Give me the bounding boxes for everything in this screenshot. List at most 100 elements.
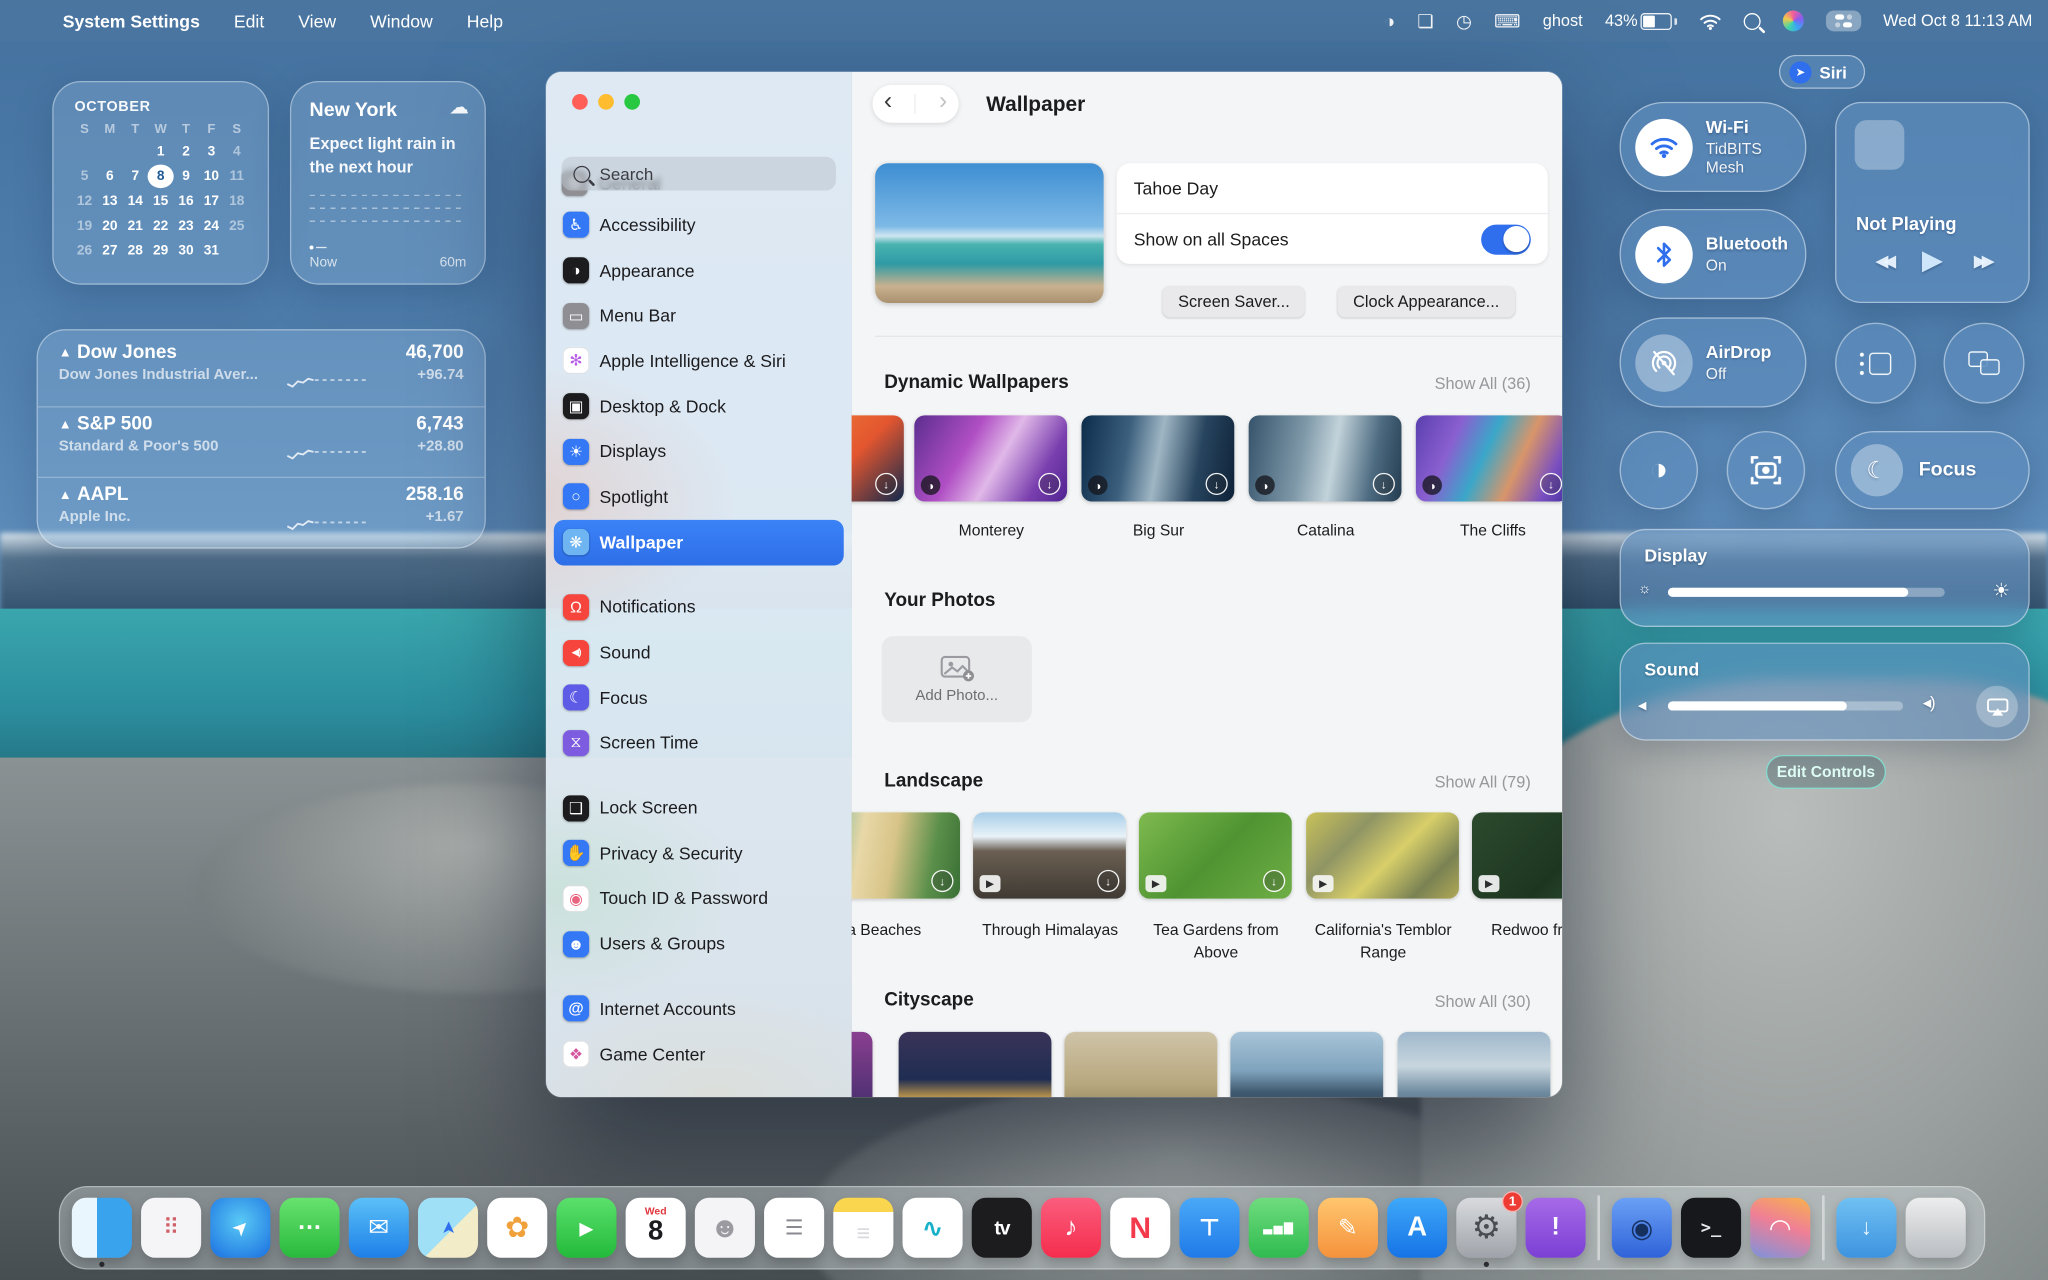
sidebar-item-lock-screen[interactable]: ❑ Lock Screen xyxy=(554,785,844,830)
dock-maps[interactable]: ➤ xyxy=(418,1198,478,1258)
dock-contacts[interactable]: ☻ xyxy=(695,1198,755,1258)
menu-window[interactable]: Window xyxy=(370,11,433,31)
battery-indicator[interactable]: 43% xyxy=(1605,12,1677,30)
sidebar-item-focus[interactable]: ☾ Focus xyxy=(554,675,844,720)
dock-appstore[interactable]: A xyxy=(1387,1198,1447,1258)
wifi-tile[interactable]: Wi-Fi TidBITS Mesh xyxy=(1620,102,1807,192)
stock-row[interactable]: ▲Dow Jones 46,700 Dow Jones Industrial A… xyxy=(38,336,485,407)
screenshot-button[interactable] xyxy=(1727,431,1805,509)
stage-manager-button[interactable] xyxy=(1835,323,1916,404)
brightness-slider[interactable] xyxy=(1668,588,1945,597)
dock-feedback-assistant[interactable]: ! xyxy=(1526,1198,1586,1258)
calendar-widget[interactable]: OCTOBER SMTWTFS 123456789101112131415161… xyxy=(52,81,269,285)
keyboard-icon[interactable]: ⌨ xyxy=(1494,10,1520,32)
minimize-button[interactable] xyxy=(598,94,614,110)
bluetooth-tile[interactable]: Bluetooth On xyxy=(1620,209,1807,299)
wallpaper-thumb-monterey[interactable]: ◑↓ xyxy=(914,415,1067,501)
screen-saver-button[interactable]: Screen Saver... xyxy=(1162,286,1305,317)
dock-news[interactable]: N xyxy=(1110,1198,1170,1258)
dock-safari[interactable]: ➤ xyxy=(210,1198,270,1258)
show-on-all-spaces-toggle[interactable] xyxy=(1481,224,1531,254)
dock-system-settings[interactable]: ⚙ 1 xyxy=(1456,1198,1516,1258)
sidebar-item-desktop-dock[interactable]: ▣ Desktop & Dock xyxy=(554,384,844,429)
wallpaper-thumb-city[interactable] xyxy=(1064,1032,1217,1097)
sidebar-item-apple-intelligence[interactable]: ✻ Apple Intelligence & Siri xyxy=(554,338,844,383)
screen-mirroring-icon[interactable]: ❏ xyxy=(1417,10,1433,32)
show-all-cityscape[interactable]: Show All (30) xyxy=(1435,993,1531,1011)
wallpaper-thumb-city[interactable] xyxy=(899,1032,1052,1097)
wallpaper-thumb-temblor-range[interactable]: ▶ xyxy=(1306,812,1459,898)
sidebar-item-menu-bar[interactable]: ▭ Menu Bar xyxy=(554,293,844,338)
siri-pill[interactable]: ➤ Siri xyxy=(1779,55,1865,89)
sidebar-item-accessibility[interactable]: ♿ Accessibility xyxy=(554,202,844,247)
sidebar-item-game-center[interactable]: ❖ Game Center xyxy=(554,1031,844,1076)
wallpaper-thumb-the-cliffs[interactable]: ◑↓ xyxy=(1416,415,1562,501)
download-icon[interactable]: ↓ xyxy=(1373,473,1395,495)
menu-edit[interactable]: Edit xyxy=(234,11,264,31)
current-wallpaper-preview[interactable] xyxy=(875,163,1104,303)
sidebar-item-wallpaper[interactable]: ❋ Wallpaper xyxy=(554,520,844,565)
dock-reminders[interactable]: ☰ xyxy=(764,1198,824,1258)
wallpaper-thumb-himalayas[interactable]: ▶↓ xyxy=(973,812,1126,898)
dock-trash[interactable] xyxy=(1906,1198,1966,1258)
download-icon[interactable]: ↓ xyxy=(875,473,897,495)
dock-keynote[interactable]: ⊤ xyxy=(1179,1198,1239,1258)
sidebar-item-privacy-security[interactable]: ✋ Privacy & Security xyxy=(554,831,844,876)
rewind-button[interactable]: ◀◀ xyxy=(1875,250,1891,271)
airplay-button[interactable] xyxy=(1976,686,2018,728)
wifi-icon[interactable] xyxy=(1699,12,1721,29)
dock-calendar[interactable]: Wed 8 xyxy=(626,1198,686,1258)
download-icon[interactable]: ↓ xyxy=(931,870,953,892)
dock-messages[interactable]: … xyxy=(280,1198,340,1258)
sidebar-item-displays[interactable]: ☀ Displays xyxy=(554,429,844,474)
dock-numbers[interactable]: ▃▅▇ xyxy=(1249,1198,1309,1258)
airdrop-tile[interactable]: AirDrop Off xyxy=(1620,317,1807,407)
dock-mail[interactable]: ✉ xyxy=(349,1198,409,1258)
menu-help[interactable]: Help xyxy=(467,11,503,31)
sidebar-item-touch-id[interactable]: ◉ Touch ID & Password xyxy=(554,876,844,921)
wallpaper-thumb-redwoods[interactable]: ▶ xyxy=(1472,812,1562,898)
wallpaper-thumb-city[interactable] xyxy=(1398,1032,1551,1097)
menu-view[interactable]: View xyxy=(298,11,336,31)
dock-pages[interactable]: ✎ xyxy=(1318,1198,1378,1258)
wallpaper-thumb-partial[interactable]: ↓ xyxy=(852,415,904,501)
search-input[interactable]: Search xyxy=(562,157,836,191)
menu-app-name[interactable]: System Settings xyxy=(63,11,200,31)
sidebar-item-internet-accounts[interactable]: @ Internet Accounts xyxy=(554,986,844,1031)
clock-alarm-icon[interactable]: ◷ xyxy=(1456,10,1472,32)
back-button[interactable]: ‹ xyxy=(884,88,892,117)
dock-terminal[interactable]: >_ xyxy=(1681,1198,1741,1258)
weather-widget[interactable]: New York ☁ Expect light rain in the next… xyxy=(290,81,486,285)
sidebar-item-appearance[interactable]: ◑ Appearance xyxy=(554,248,844,293)
download-icon[interactable]: ↓ xyxy=(1097,870,1119,892)
display-contrast-icon[interactable]: ◑ xyxy=(1384,10,1395,31)
dock-downloads[interactable]: ↓ xyxy=(1836,1198,1896,1258)
dock-divider[interactable] xyxy=(1822,1195,1825,1260)
stock-row[interactable]: ▲S&P 500 6,743 Standard & Poor's 500 +28… xyxy=(38,406,485,477)
focus-tile[interactable]: ☾ Focus xyxy=(1835,431,2030,509)
wallpaper-thumb-big-sur[interactable]: ◑↓ xyxy=(1081,415,1234,501)
dock-music[interactable]: ♪ xyxy=(1041,1198,1101,1258)
download-icon[interactable]: ↓ xyxy=(1206,473,1228,495)
sidebar-item-spotlight[interactable]: ○ Spotlight xyxy=(554,474,844,519)
dock-finder[interactable] xyxy=(72,1198,132,1258)
dock-photos[interactable]: ✿ xyxy=(487,1198,547,1258)
download-icon[interactable]: ↓ xyxy=(1038,473,1060,495)
show-all-dynamic[interactable]: Show All (36) xyxy=(1435,375,1531,393)
accessibility-shortcuts-button[interactable]: ◑ xyxy=(1620,431,1698,509)
sidebar-item-notifications[interactable]: Ω Notifications xyxy=(554,584,844,629)
dock-facetime[interactable]: ▶ xyxy=(556,1198,616,1258)
add-photo-button[interactable]: Add Photo... xyxy=(882,636,1032,722)
download-icon[interactable]: ↓ xyxy=(1540,473,1562,495)
dock-divider[interactable] xyxy=(1597,1195,1600,1260)
screen-mirroring-button[interactable] xyxy=(1944,323,2025,404)
dock-launchpad[interactable]: ⠿ xyxy=(141,1198,201,1258)
sidebar-item-users-groups[interactable]: ☻ Users & Groups xyxy=(554,921,844,966)
wallpaper-thumb-city[interactable] xyxy=(1230,1032,1383,1097)
forward-button[interactable]: › xyxy=(939,88,947,117)
dock-appletv[interactable]: tv xyxy=(972,1198,1032,1258)
wallpaper-thumb-beaches[interactable]: ↓ xyxy=(852,812,960,898)
wallpaper-thumb-catalina[interactable]: ◑↓ xyxy=(1249,415,1402,501)
fast-forward-button[interactable]: ▶▶ xyxy=(1974,250,1990,271)
clock-appearance-button[interactable]: Clock Appearance... xyxy=(1337,286,1514,317)
